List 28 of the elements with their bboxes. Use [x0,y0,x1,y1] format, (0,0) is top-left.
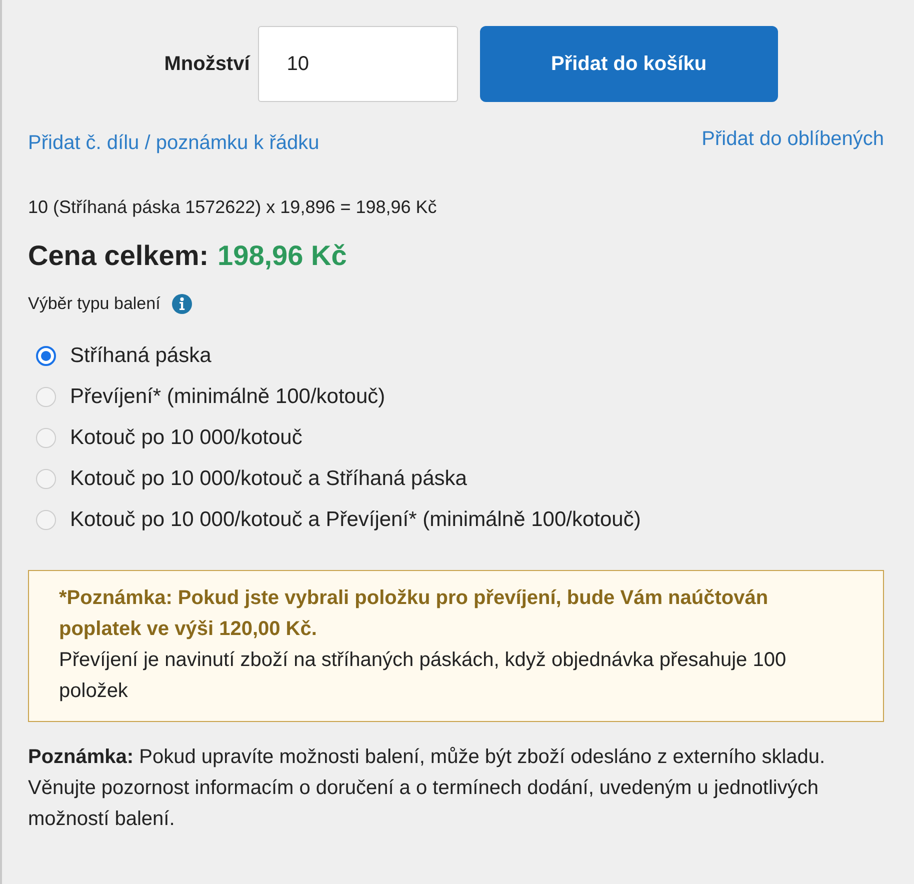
packaging-note: Poznámka: Pokud upravíte možnosti balení, může být zboží odesláno z externího skladu. Věnujte pozornost informacím o doručení a o termínech dodání, uvedeným u jednotlivých možností balení. [28,745,826,832]
packaging-label: Výběr typu balení [28,294,160,314]
option-label: Kotouč po 10 000/kotouč [70,426,302,450]
packaging-option[interactable]: Převíjení* (minimálně 100/kotouč) [36,385,884,409]
total-price: 198,96 Kč [218,240,347,272]
option-label: Stříhaná páska [70,344,212,368]
notice-text: Převíjení je navinutí zboží na stříhaných páskách, když objednávka přesahuje 100 položek [59,648,788,704]
notice-warning: *Poznámka: Pokud jste vybrali položku pro převíjení, bude Vám naúčtován poplatek ve výši 120,00 Kč. [59,586,770,642]
option-label: Převíjení* (minimálně 100/kotouč) [70,385,386,409]
info-icon[interactable] [172,294,192,314]
packaging-option[interactable]: Kotouč po 10 000/kotouč [36,426,884,450]
packaging-option[interactable]: Kotouč po 10 000/kotouč a Stříhaná páska [36,467,884,491]
price-calculation: 10 (Stříhaná páska 1572622) x 19,896 = 198,96 Kč [28,197,438,218]
quantity-field[interactable]: 10 [258,26,458,102]
radio-button[interactable] [36,346,56,366]
option-label: Kotouč po 10 000/kotouč a Stříhaná páska [70,467,467,491]
packaging-option[interactable]: Stříhaná páska [36,344,884,368]
radio-button[interactable] [36,387,56,407]
part-note-link[interactable]: Přidat č. dílu / poznámku k řádku [28,132,320,155]
radio-button[interactable] [36,428,56,448]
add-to-cart-button[interactable]: Přidat do košíku [480,26,778,102]
option-label: Kotouč po 10 000/kotouč a Převíjení* (minimálně 100/kotouč) [70,508,641,532]
favorites-link[interactable]: Přidat do oblíbených [702,128,884,155]
packaging-option[interactable]: Kotouč po 10 000/kotouč a Převíjení* (minimálně 100/kotouč) [36,508,884,532]
total-label: Cena celkem: [28,240,209,272]
quantity-label: Množství [164,52,250,76]
radio-button[interactable] [36,469,56,489]
radio-button[interactable] [36,510,56,530]
